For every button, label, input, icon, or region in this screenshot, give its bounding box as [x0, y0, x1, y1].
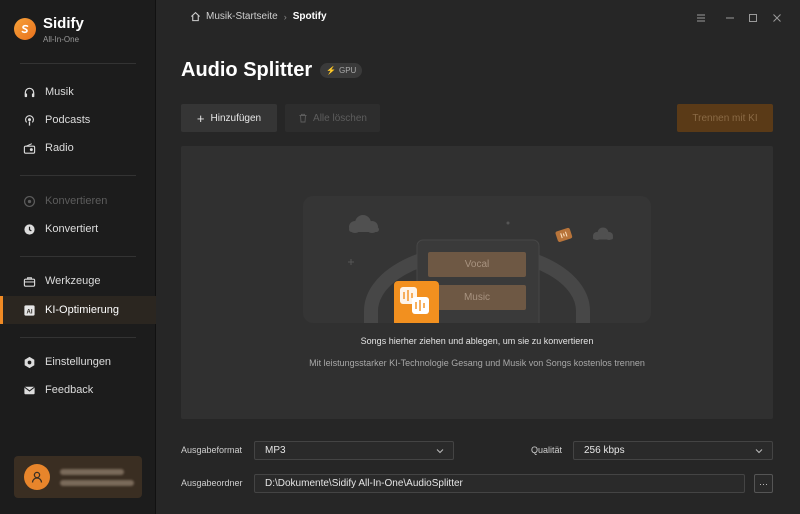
- drop-zone[interactable]: Vocal Music Songs hierher ziehen und abl…: [181, 146, 773, 419]
- add-button[interactable]: + Hinzufügen: [181, 104, 277, 132]
- gpu-badge: ⚡ GPU: [320, 63, 363, 78]
- plus-icon: +: [196, 110, 205, 126]
- browse-folder-button[interactable]: ···: [754, 474, 773, 493]
- radio-icon: [22, 141, 36, 155]
- podcast-icon: [22, 113, 36, 127]
- clock-icon: [22, 222, 36, 236]
- sidebar-item-label: Podcasts: [45, 114, 91, 126]
- user-account-card[interactable]: [14, 456, 142, 498]
- clear-all-button[interactable]: Alle löschen: [285, 104, 380, 132]
- quality-select[interactable]: 256 kbps: [573, 441, 773, 460]
- music-note-icon: [555, 227, 573, 242]
- output-format-label: Ausgabeformat: [181, 445, 243, 455]
- sidebar-divider: [20, 256, 136, 257]
- sidebar-divider: [20, 337, 136, 338]
- breadcrumb-current: Spotify: [292, 11, 327, 22]
- quality-value: 256 kbps: [584, 445, 625, 456]
- sidebar-divider: [20, 63, 136, 64]
- chevron-down-icon: [436, 449, 444, 454]
- sidebar-item-musik[interactable]: Musik: [0, 78, 156, 106]
- music-label: Music: [463, 292, 491, 303]
- minimize-icon[interactable]: [723, 11, 737, 25]
- app-logo: Sidify All-In-One: [14, 14, 84, 46]
- cloud-icon: [349, 215, 379, 233]
- clear-all-label: Alle löschen: [313, 112, 367, 124]
- trash-icon: [299, 113, 307, 123]
- sidebar-item-label: Musik: [45, 86, 74, 98]
- user-name-blurred: [60, 468, 124, 475]
- sidebar-item-label: KI-Optimierung: [45, 304, 119, 316]
- drop-zone-subtitle: Mit leistungsstarker KI-Technologie Gesa…: [309, 358, 645, 368]
- output-format-select[interactable]: MP3: [254, 441, 454, 460]
- output-format-value: MP3: [265, 445, 286, 456]
- sidebar-item-podcasts[interactable]: Podcasts: [0, 106, 156, 134]
- add-button-label: Hinzufügen: [210, 112, 262, 124]
- chevron-down-icon: [755, 449, 763, 454]
- sidebar-item-label: Feedback: [45, 384, 94, 396]
- user-info-redacted: [60, 468, 134, 486]
- sidebar-item-konvertiert[interactable]: Konvertiert: [0, 215, 156, 243]
- splitter-illustration: Vocal Music: [303, 196, 651, 323]
- maximize-icon[interactable]: [746, 11, 760, 25]
- menu-icon[interactable]: [694, 11, 708, 25]
- home-icon[interactable]: [190, 11, 201, 22]
- title-bar: Musik-Startseite › Spotify: [157, 0, 800, 36]
- sidebar-item-radio[interactable]: Radio: [0, 134, 156, 162]
- headphones-icon: [22, 85, 36, 99]
- breadcrumb-home[interactable]: Musik-Startseite: [206, 11, 278, 22]
- user-email-blurred: [60, 479, 134, 486]
- page-title: Audio Splitter: [181, 59, 313, 81]
- app-window: Sidify All-In-One Musik Podcasts Radio K…: [0, 0, 800, 514]
- sidebar-divider: [20, 175, 136, 176]
- convert-icon: [22, 194, 36, 208]
- sidebar-item-feedback[interactable]: Feedback: [0, 376, 156, 404]
- sidebar-item-ki-optimierung[interactable]: AI KI-Optimierung: [0, 296, 156, 324]
- user-icon: [31, 471, 43, 483]
- output-folder-field[interactable]: D:\Dokumente\Sidify All-In-One\AudioSpli…: [254, 474, 745, 493]
- sidebar-item-label: Einstellungen: [45, 356, 112, 368]
- sidebar-item-konvertieren[interactable]: Konvertieren: [0, 187, 156, 215]
- output-folder-label: Ausgabeordner: [181, 478, 243, 488]
- settings-icon: [22, 355, 36, 369]
- gpu-label: GPU: [338, 66, 357, 75]
- cloud-icon: [593, 227, 613, 240]
- avatar: [24, 464, 50, 490]
- sidebar-item-werkzeuge[interactable]: Werkzeuge: [0, 267, 156, 295]
- quality-label: Qualität: [531, 445, 563, 455]
- vocal-label: Vocal: [464, 259, 490, 270]
- ai-icon: AI: [22, 303, 36, 317]
- sidebar-item-label: Konvertiert: [45, 223, 99, 235]
- toolbox-icon: [22, 274, 36, 288]
- close-icon[interactable]: [770, 11, 784, 25]
- split-with-ai-button[interactable]: Trennen mit KI: [677, 104, 773, 132]
- app-subtitle: All-In-One: [43, 35, 80, 44]
- drop-zone-title: Songs hierher ziehen und ablegen, um sie…: [360, 336, 594, 346]
- sidebar-item-einstellungen[interactable]: Einstellungen: [0, 348, 156, 376]
- breadcrumb: Musik-Startseite › Spotify: [190, 11, 327, 22]
- lightning-icon: ⚡: [326, 66, 336, 75]
- sidebar-item-label: Radio: [45, 142, 74, 154]
- sidebar: Sidify All-In-One Musik Podcasts Radio K…: [0, 0, 156, 514]
- sidebar-item-label: Werkzeuge: [45, 275, 101, 287]
- sidebar-item-label: Konvertieren: [45, 195, 108, 207]
- mail-icon: [22, 383, 36, 397]
- sidify-logo-icon: [14, 18, 36, 40]
- svg-text:AI: AI: [26, 309, 32, 315]
- app-name: Sidify: [43, 15, 84, 32]
- chevron-right-icon: ›: [283, 11, 287, 22]
